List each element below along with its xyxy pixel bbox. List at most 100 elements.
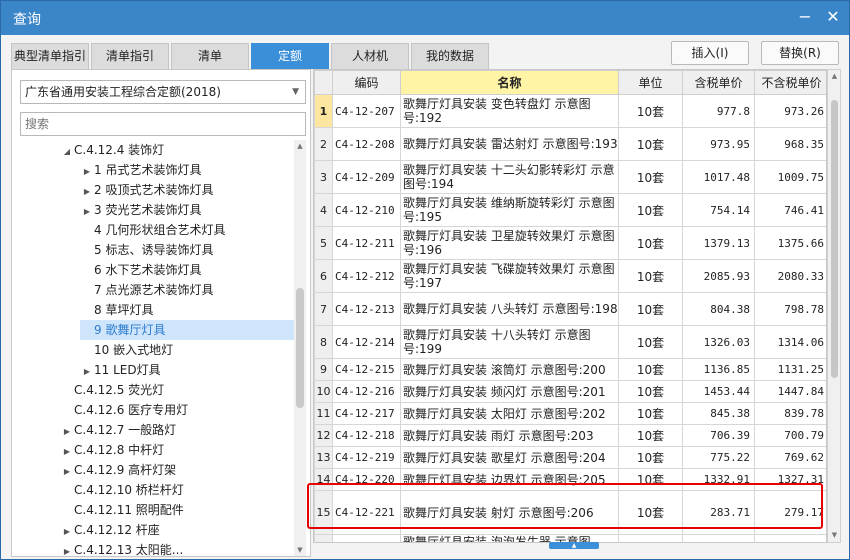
tree-item[interactable]: ▶ C.4.12.8 中杆灯 (60, 440, 294, 460)
cell-price-with-tax[interactable]: 845.38 (682, 402, 755, 425)
row-index[interactable]: 14 (314, 468, 333, 491)
cell-unit[interactable]: 10套 (618, 127, 683, 161)
cell-code[interactable]: C4-12-221 (332, 490, 401, 535)
expand-icon[interactable]: ▶ (60, 462, 74, 482)
cell-unit[interactable]: 10套 (618, 380, 683, 403)
cell-price-without-tax[interactable]: 1327.31 (754, 468, 826, 491)
cell-price-with-tax[interactable]: 977.8 (682, 94, 755, 128)
cell-unit[interactable]: 10套 (618, 468, 683, 491)
row-index[interactable]: 13 (314, 446, 333, 469)
cell-code[interactable]: C4-12-210 (332, 193, 401, 227)
table-row[interactable]: 15 C4-12-221 歌舞厅灯具安装 射灯 示意图号:206 10套 283.71 2… (314, 490, 826, 535)
cell-price-without-tax[interactable]: 1314.06 (754, 325, 826, 359)
table-row[interactable]: 1 C4-12-207 歌舞厅灯具安装 变色转盘灯 示意图号:192 10套 977.8… (314, 94, 826, 128)
tree-item[interactable]: 5 标志、诱导装饰灯具 (80, 240, 294, 260)
expand-icon[interactable]: ▶ (60, 542, 74, 558)
search-input[interactable] (20, 112, 306, 136)
cell-name[interactable]: 歌舞厅灯具安装 八头转灯 示意图号:198 (400, 292, 619, 326)
tree-item[interactable]: ▶ C.4.12.13 太阳能... (60, 540, 294, 558)
tree-item[interactable]: ▶ 1 吊式艺术装饰灯具 (80, 160, 294, 180)
minimize-icon[interactable]: − (795, 7, 815, 27)
expand-icon[interactable]: ▶ (80, 202, 94, 222)
table-row[interactable]: 10 C4-12-216 歌舞厅灯具安装 频闪灯 示意图号:201 10套 1453.4… (314, 380, 826, 403)
cell-unit[interactable]: 10套 (618, 292, 683, 326)
cell-price-with-tax[interactable]: 1017.48 (682, 160, 755, 194)
row-index[interactable]: 4 (314, 193, 333, 227)
cell-price-without-tax[interactable]: 279.17 (754, 490, 826, 535)
cell-unit[interactable]: 10套 (618, 193, 683, 227)
row-index[interactable]: 15 (314, 490, 333, 535)
expand-icon[interactable]: ▶ (80, 162, 94, 182)
row-index[interactable]: 16 (314, 534, 333, 542)
scroll-down-icon[interactable]: ▼ (830, 531, 839, 540)
tree-item[interactable]: 10 嵌入式地灯 (80, 340, 294, 360)
cell-name[interactable]: 歌舞厅灯具安装 十二头幻影转彩灯 示意图号:194 (400, 160, 619, 194)
cell-price-without-tax[interactable]: 1009.75 (754, 160, 826, 194)
cell-unit[interactable]: 10套 (618, 424, 683, 447)
tree-item[interactable]: C.4.12.10 桥栏杆灯 (60, 480, 294, 500)
cell-name[interactable]: 歌舞厅灯具安装 雷达射灯 示意图号:193 (400, 127, 619, 161)
expand-icon[interactable]: ▶ (60, 422, 74, 442)
cell-code[interactable]: C4-12-207 (332, 94, 401, 128)
table-row[interactable]: 13 C4-12-219 歌舞厅灯具安装 歌星灯 示意图号:204 10套 775.22… (314, 446, 826, 469)
tab-list[interactable]: 清单 (171, 43, 249, 69)
table-row[interactable]: 14 C4-12-220 歌舞厅灯具安装 边界灯 示意图号:205 10套 1332.9… (314, 468, 826, 491)
tab-labor-material-machine[interactable]: 人材机 (331, 43, 409, 69)
cell-name[interactable]: 歌舞厅灯具安装 卫星旋转效果灯 示意图号:196 (400, 226, 619, 260)
cell-code[interactable]: C4-12-216 (332, 380, 401, 403)
tab-typical-list-guide[interactable]: 典型清单指引 (11, 43, 89, 69)
table-row[interactable]: 2 C4-12-208 歌舞厅灯具安装 雷达射灯 示意图号:193 10套 973.95… (314, 127, 826, 161)
row-index[interactable]: 2 (314, 127, 333, 161)
tab-quota[interactable]: 定额 (251, 43, 329, 69)
cell-price-with-tax[interactable]: 754.14 (682, 193, 755, 227)
tree-item[interactable]: ▶ C.4.12.12 杆座 (60, 520, 294, 540)
cell-price-with-tax[interactable]: 973.95 (682, 127, 755, 161)
cell-price-without-tax[interactable]: 700.79 (754, 424, 826, 447)
cell-price-with-tax[interactable]: 283.71 (682, 490, 755, 535)
cell-price-with-tax[interactable]: 1453.44 (682, 380, 755, 403)
row-index[interactable]: 6 (314, 259, 333, 293)
cell-price-with-tax[interactable]: 804.38 (682, 292, 755, 326)
table-row[interactable]: 8 C4-12-214 歌舞厅灯具安装 十八头转灯 示意图号:199 10套 1326.… (314, 325, 826, 359)
collapse-icon[interactable]: ◢ (60, 142, 74, 162)
cell-price-with-tax[interactable]: 665.77 (682, 534, 755, 542)
tree-item[interactable]: ▶ 3 荧光艺术装饰灯具 (80, 200, 294, 220)
cell-price-with-tax[interactable]: 2085.93 (682, 259, 755, 293)
cell-price-without-tax[interactable]: 1375.66 (754, 226, 826, 260)
cell-price-without-tax[interactable]: 798.78 (754, 292, 826, 326)
cell-name[interactable]: 歌舞厅灯具安装 十八头转灯 示意图号:199 (400, 325, 619, 359)
tree-item[interactable]: 4 几何形状组合艺术灯具 (80, 220, 294, 240)
col-header-code[interactable]: 编码 (332, 70, 401, 95)
tree-scrollbar[interactable]: ▲ ▼ (294, 140, 306, 556)
cell-name[interactable]: 歌舞厅灯具安装 维纳斯旋转彩灯 示意图号:195 (400, 193, 619, 227)
tree-item[interactable]: 8 草坪灯具 (80, 300, 294, 320)
cell-unit[interactable]: 10套 (618, 402, 683, 425)
cell-name[interactable]: 歌舞厅灯具安装 频闪灯 示意图号:201 (400, 380, 619, 403)
expand-icon[interactable]: ▶ (80, 362, 94, 382)
cell-unit[interactable]: 10套 (618, 226, 683, 260)
cell-name[interactable]: 歌舞厅灯具安装 边界灯 示意图号:205 (400, 468, 619, 491)
tree-item[interactable]: 9 歌舞厅灯具 (80, 320, 294, 340)
row-index[interactable]: 7 (314, 292, 333, 326)
cell-code[interactable]: C4-12-213 (332, 292, 401, 326)
table-row[interactable]: 4 C4-12-210 歌舞厅灯具安装 维纳斯旋转彩灯 示意图号:195 10套 754… (314, 193, 826, 227)
cell-code[interactable]: C4-12-208 (332, 127, 401, 161)
col-header-name[interactable]: 名称 (400, 70, 619, 95)
cell-name[interactable]: 歌舞厅灯具安装 飞碟旋转效果灯 示意图号:197 (400, 259, 619, 293)
tab-list-guide[interactable]: 清单指引 (91, 43, 169, 69)
cell-code[interactable]: C4-12-218 (332, 424, 401, 447)
tree-item[interactable]: C.4.12.11 照明配件 (60, 500, 294, 520)
expand-handle-icon[interactable]: ▲ (549, 542, 599, 549)
row-index[interactable]: 10 (314, 380, 333, 403)
row-index[interactable]: 1 (314, 94, 333, 128)
cell-unit[interactable]: 10套 (618, 446, 683, 469)
tree-item[interactable]: ▶ C.4.12.9 高杆灯架 (60, 460, 294, 480)
close-icon[interactable]: ✕ (823, 7, 843, 27)
scroll-up-icon[interactable]: ▲ (830, 72, 839, 81)
tree-item[interactable]: 7 点光源艺术装饰灯具 (80, 280, 294, 300)
expand-icon[interactable]: ▶ (80, 182, 94, 202)
row-index[interactable]: 8 (314, 325, 333, 359)
cell-price-without-tax[interactable]: 1447.84 (754, 380, 826, 403)
table-row[interactable]: 12 C4-12-218 歌舞厅灯具安装 雨灯 示意图号:203 10套 706.39 7… (314, 424, 826, 447)
tab-my-data[interactable]: 我的数据 (411, 43, 489, 69)
